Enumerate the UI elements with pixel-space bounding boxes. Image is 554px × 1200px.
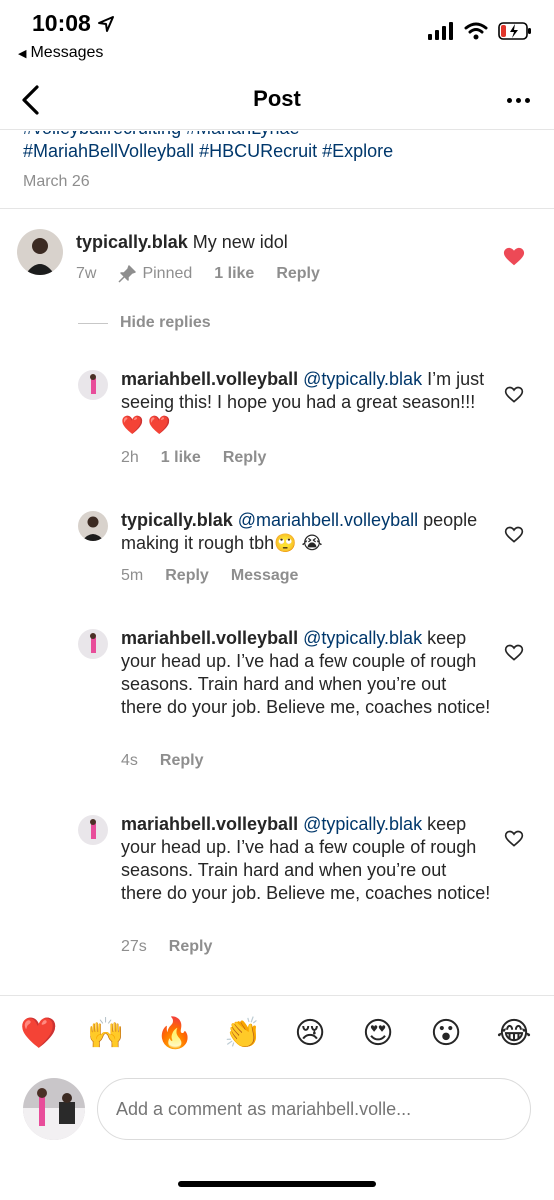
reply-button[interactable]: Reply — [169, 938, 213, 956]
reply-time: 27s — [121, 938, 147, 955]
comment-pinned: typically.blak My new idol 7w Pinned 1 l… — [0, 225, 554, 305]
reply-mention[interactable]: @mariahbell.volleyball — [238, 510, 418, 530]
reply-button[interactable]: Reply — [160, 752, 204, 770]
emoji-quick-reactions: ❤️ 🙌 🔥 👏 😢 😍 😮 😂 — [0, 995, 554, 1067]
home-indicator[interactable] — [178, 1181, 376, 1187]
hide-replies-label: Hide replies — [120, 314, 211, 331]
reply-mention[interactable]: @typically.blak — [303, 814, 422, 834]
like-count[interactable]: 1 like — [214, 265, 254, 283]
reply-button[interactable]: Reply — [223, 449, 267, 467]
location-arrow-icon — [97, 15, 114, 32]
reply-mention[interactable]: @typically.blak — [303, 628, 422, 648]
divider-line — [78, 322, 108, 324]
heart-outline-icon[interactable] — [504, 643, 524, 663]
avatar[interactable] — [78, 815, 108, 845]
status-time: 10:08 — [32, 10, 115, 37]
emoji-raising-hands[interactable]: 🙌 — [87, 1016, 124, 1052]
more-dots-icon — [506, 97, 512, 103]
comment-meta: 7w Pinned 1 like Reply — [76, 265, 320, 283]
heart-outline-icon[interactable] — [504, 829, 524, 849]
battery-charging-icon — [498, 22, 531, 40]
like-count[interactable]: 1 like — [161, 449, 201, 467]
wifi-icon — [464, 22, 488, 40]
reply-body: typically.blak @mariahbell.volleyball pe… — [121, 509, 491, 555]
reply-4: mariahbell.volleyball @typically.blak ke… — [0, 811, 554, 961]
emoji-fire[interactable]: 🔥 — [156, 1016, 193, 1052]
reply-time: 2h — [121, 449, 139, 466]
comment-text: My new idol — [192, 232, 288, 252]
message-button[interactable]: Message — [231, 567, 299, 585]
comment-username[interactable]: typically.blak — [76, 232, 188, 252]
emoji-surprised-face[interactable]: 😮 — [428, 1016, 464, 1052]
nav-bar: Post — [0, 70, 554, 130]
status-bar: 10:08 ◀ Messages — [0, 0, 554, 68]
reply-username[interactable]: mariahbell.volleyball — [121, 628, 298, 648]
page-title: Post — [253, 86, 301, 111]
reply-button[interactable]: Reply — [165, 567, 209, 585]
post-caption: #volleyballrecruiting #MariahLynae #Mari… — [0, 131, 554, 209]
heart-outline-icon[interactable] — [504, 525, 524, 545]
reply-meta: 5m Reply Message — [121, 567, 298, 585]
comment-composer — [0, 1070, 554, 1150]
avatar[interactable] — [78, 629, 108, 659]
back-to-app-link[interactable]: ◀ Messages — [18, 44, 103, 62]
reply-body: mariahbell.volleyball @typically.blak I’… — [121, 368, 491, 437]
emoji-crying-face[interactable]: 😢 — [292, 1016, 328, 1052]
reply-meta: 27s Reply — [121, 938, 212, 956]
status-icons — [428, 22, 532, 40]
back-app-label: Messages — [30, 44, 104, 61]
reply-meta: 4s Reply — [121, 752, 203, 770]
emoji-heart[interactable]: ❤️ — [20, 1016, 57, 1052]
reply-2: typically.blak @mariahbell.volleyball pe… — [0, 507, 554, 597]
reply-3: mariahbell.volleyball @typically.blak ke… — [0, 625, 554, 775]
pin-icon — [118, 265, 137, 283]
pinned-label: Pinned — [118, 265, 192, 283]
emoji-tears-of-joy[interactable]: 😂 — [496, 1016, 532, 1052]
reply-username[interactable]: mariahbell.volleyball — [121, 814, 298, 834]
reply-button[interactable]: Reply — [276, 265, 320, 283]
reply-body: mariahbell.volleyball @typically.blak ke… — [121, 627, 491, 719]
comment-time: 7w — [76, 265, 97, 282]
post-date: March 26 — [23, 173, 90, 190]
comment-input[interactable] — [97, 1078, 531, 1140]
back-triangle-icon: ◀ — [18, 47, 27, 60]
reply-username[interactable]: typically.blak — [121, 510, 233, 530]
emoji-clapping-hands[interactable]: 👏 — [224, 1016, 261, 1052]
my-avatar[interactable] — [23, 1078, 85, 1140]
reply-username[interactable]: mariahbell.volleyball — [121, 369, 298, 389]
caption-hashtags[interactable]: #MariahBellVolleyball #HBCURecruit #Expl… — [23, 141, 393, 162]
caption-hashtags-cut[interactable]: #volleyballrecruiting #MariahLynae — [23, 131, 300, 139]
avatar[interactable] — [78, 511, 108, 541]
emoji-heart-eyes[interactable]: 😍 — [360, 1016, 396, 1052]
reply-body: mariahbell.volleyball @typically.blak ke… — [121, 813, 491, 905]
clock-text: 10:08 — [32, 10, 91, 36]
cellular-signal-icon — [428, 22, 453, 40]
reply-1: mariahbell.volleyball @typically.blak I’… — [0, 366, 554, 476]
more-options-button[interactable] — [498, 80, 538, 120]
reply-mention[interactable]: @typically.blak — [303, 369, 422, 389]
hide-replies-button[interactable]: Hide replies — [78, 314, 211, 332]
avatar[interactable] — [17, 229, 63, 275]
reply-time: 5m — [121, 567, 144, 584]
heart-filled-icon[interactable] — [503, 246, 525, 268]
avatar[interactable] — [78, 370, 108, 400]
reply-time: 4s — [121, 752, 138, 769]
heart-outline-icon[interactable] — [504, 385, 524, 405]
reply-meta: 2h 1 like Reply — [121, 449, 266, 467]
